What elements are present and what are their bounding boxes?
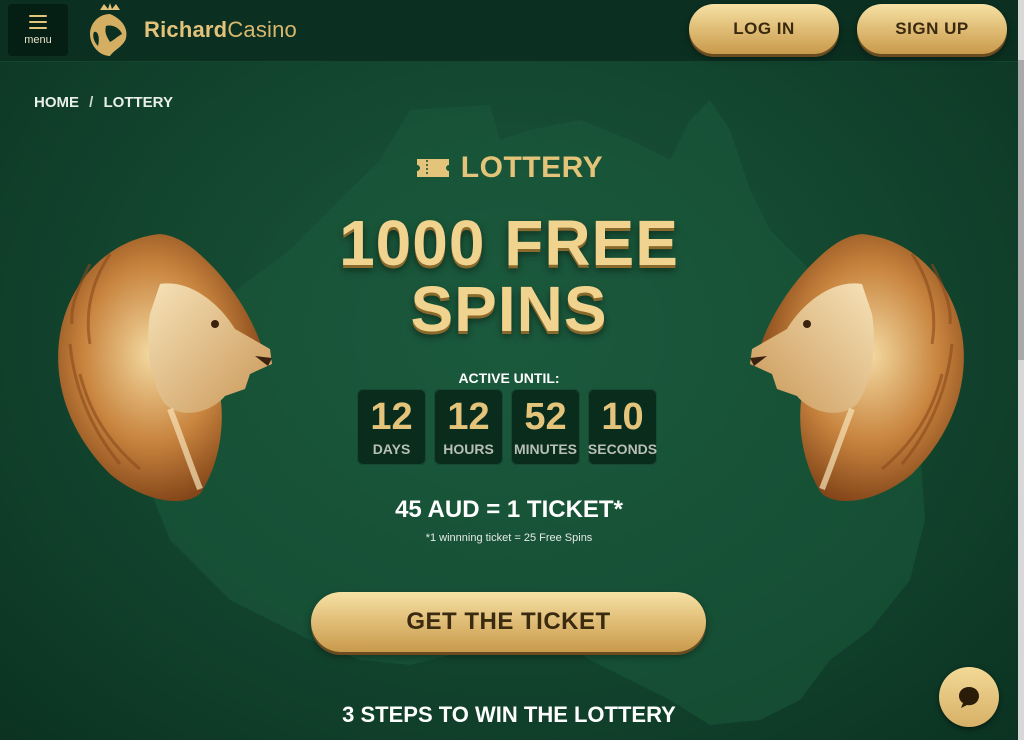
hamburger-icon xyxy=(29,14,47,29)
countdown-value: 12 xyxy=(447,396,490,438)
countdown-unit: SECONDS xyxy=(587,441,658,457)
login-button[interactable]: LOG IN xyxy=(689,4,839,54)
site-header: menu RichardCasino LOG IN SIGN UP xyxy=(0,0,1018,62)
countdown-unit: HOURS xyxy=(443,441,494,457)
get-ticket-button[interactable]: GET THE TICKET xyxy=(311,592,706,652)
countdown-timer: 12 DAYS 12 HOURS 52 MINUTES 10 SECONDS xyxy=(357,389,659,465)
menu-button[interactable]: menu xyxy=(8,4,68,56)
promo-headline: 1000 FREE SPINS xyxy=(0,210,1018,342)
lion-crown-icon xyxy=(90,3,127,56)
countdown-minutes: 52 MINUTES xyxy=(511,389,580,465)
ticket-icon xyxy=(416,159,449,178)
site-logo[interactable]: RichardCasino xyxy=(84,2,324,58)
countdown-hours: 12 HOURS xyxy=(434,389,503,465)
brand-name-bold: Richard xyxy=(144,17,228,42)
lottery-label: LOTTERY xyxy=(460,151,604,185)
signup-button[interactable]: SIGN UP xyxy=(857,4,1007,54)
page-scrollbar[interactable] xyxy=(1018,0,1024,740)
lottery-section-title: LOTTERY xyxy=(0,150,1018,185)
breadcrumb-current: LOTTERY xyxy=(103,94,173,111)
scrollbar-thumb[interactable] xyxy=(1018,60,1024,360)
breadcrumb: HOME / LOTTERY xyxy=(34,94,179,111)
countdown-value: 12 xyxy=(370,396,413,438)
breadcrumb-separator: / xyxy=(89,94,94,111)
countdown-seconds: 10 SECONDS xyxy=(588,389,657,465)
countdown-unit: MINUTES xyxy=(514,441,577,457)
headline-line-2: SPINS xyxy=(410,273,608,345)
countdown-days: 12 DAYS xyxy=(357,389,426,465)
chat-bubble-icon xyxy=(959,687,979,708)
chat-button[interactable] xyxy=(939,667,999,727)
ticket-price: 45 AUD = 1 TICKET* xyxy=(395,496,623,523)
steps-section-title: 3 STEPS TO WIN THE LOTTERY xyxy=(342,702,676,727)
menu-label: menu xyxy=(24,33,52,46)
active-until-label: ACTIVE UNTIL: xyxy=(458,370,560,386)
brand-name-light: Casino xyxy=(227,17,297,42)
breadcrumb-home-link[interactable]: HOME xyxy=(34,94,79,111)
countdown-value: 52 xyxy=(524,396,567,438)
lottery-page: menu RichardCasino LOG IN SIGN UP HOME /… xyxy=(0,0,1018,740)
countdown-value: 10 xyxy=(601,396,644,438)
countdown-unit: DAYS xyxy=(372,441,411,457)
headline-line-1: 1000 FREE xyxy=(339,207,679,279)
ticket-price-note: *1 winnning ticket = 25 Free Spins xyxy=(425,532,593,544)
